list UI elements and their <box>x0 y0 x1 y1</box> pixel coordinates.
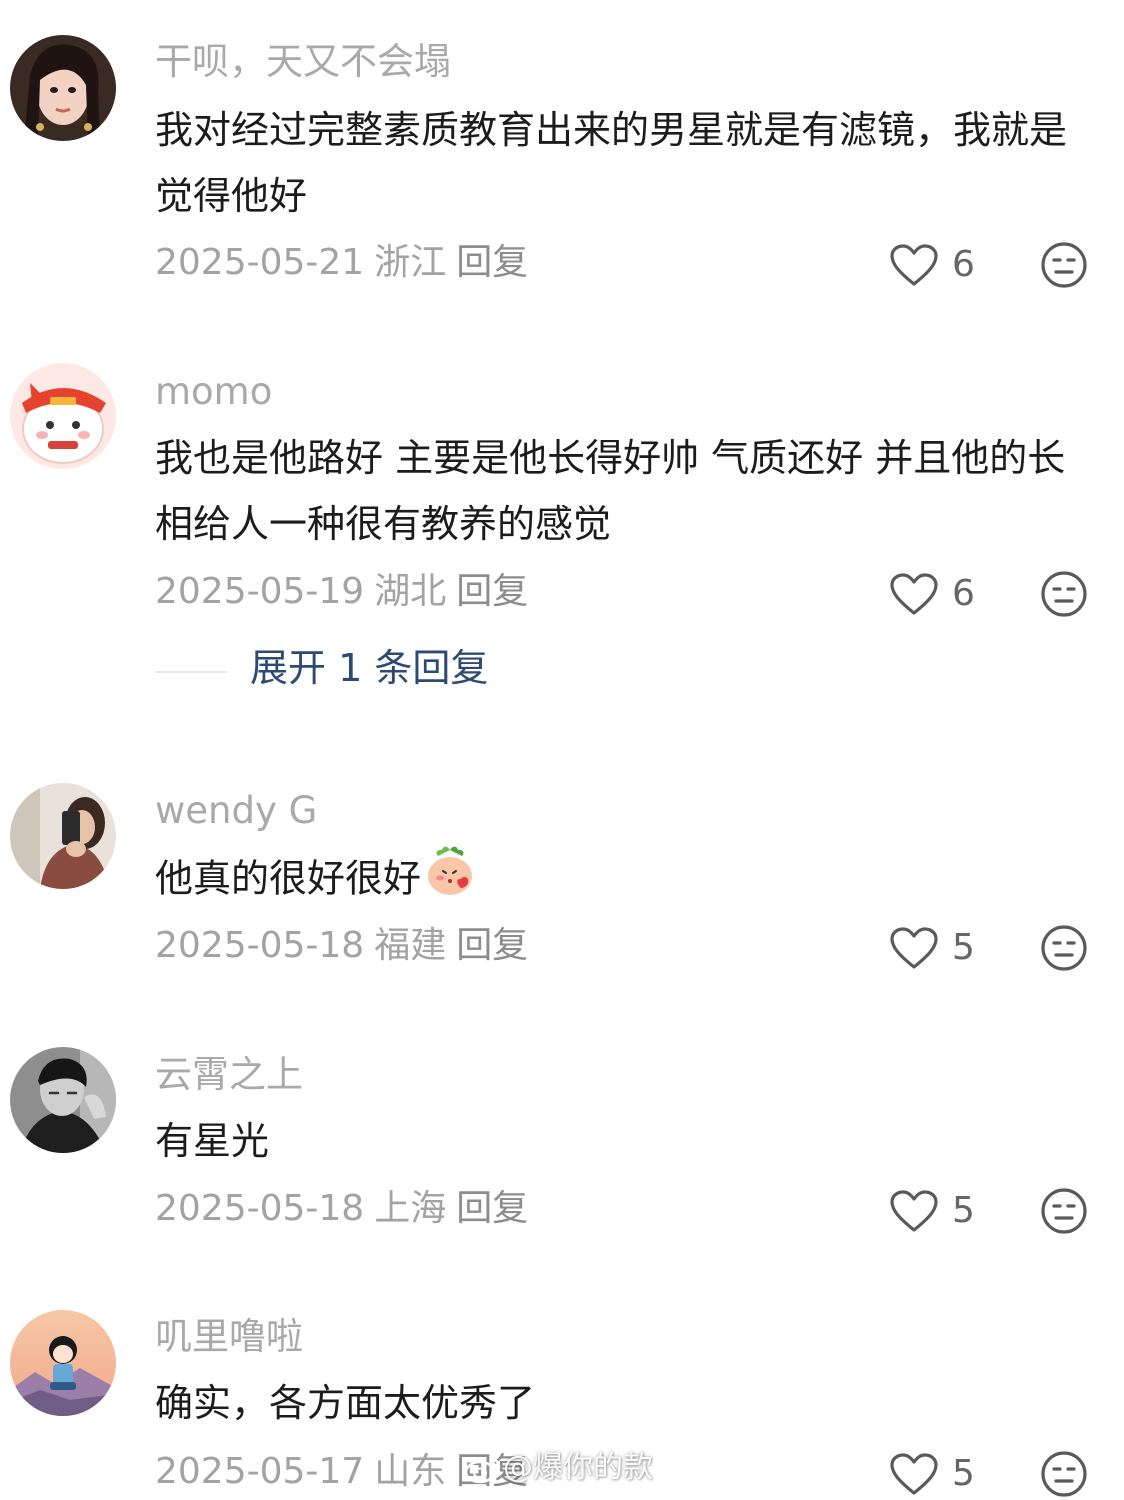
comment-list: 干呗，天又不会塌 我对经过完整素质教育出来的男星就是有滤镜，我就是觉得他好 20… <box>0 0 1124 1500</box>
comment-text: 我对经过完整素质教育出来的男星就是有滤镜，我就是觉得他好 <box>155 108 1068 218</box>
username[interactable]: 叽里噜啦 <box>155 1318 303 1355</box>
username[interactable]: 云霄之上 <box>155 1056 303 1093</box>
heart-outline-icon[interactable] <box>889 1452 939 1496</box>
avatar[interactable] <box>10 35 116 141</box>
heart-outline-icon[interactable] <box>889 243 939 287</box>
comment-text: 有星光 <box>155 1119 270 1163</box>
reply-button[interactable]: 回复 <box>456 571 528 612</box>
comment-meta: 2025-05-21 浙江 回复 <box>155 245 538 281</box>
comment-text: 确实，各方面太优秀了 <box>155 1381 536 1425</box>
comment-location: 山东 <box>374 1451 447 1492</box>
comment-meta: 2025-05-18 福建 回复 <box>155 928 538 964</box>
comment-text: 他真的很好很好 <box>155 844 1075 918</box>
avatar[interactable] <box>10 783 116 889</box>
comment-text: 我也是他路好 主要是他长得好帅 气质还好 并且他的长相给人一种很有教养的感觉 <box>155 436 1066 546</box>
like-count: 6 <box>952 244 975 285</box>
neutral-face-icon[interactable] <box>1040 570 1088 618</box>
reply-button[interactable]: 回复 <box>456 1188 528 1229</box>
neutral-face-icon[interactable] <box>1040 1187 1088 1235</box>
avatar[interactable] <box>10 1047 116 1153</box>
heart-outline-icon[interactable] <box>889 572 939 616</box>
username[interactable]: wendy G <box>155 792 317 829</box>
heart-outline-icon[interactable] <box>889 1189 939 1233</box>
peach-face-emoji <box>423 844 477 918</box>
heart-outline-icon[interactable] <box>889 926 939 970</box>
reply-button[interactable]: 回复 <box>456 242 528 283</box>
expand-replies-button[interactable]: 展开 1 条回复 <box>250 649 488 687</box>
like-count: 5 <box>952 927 975 968</box>
like-count: 5 <box>952 1453 975 1494</box>
avatar[interactable] <box>10 363 116 469</box>
comment-location: 湖北 <box>374 571 447 612</box>
username[interactable]: 干呗，天又不会塌 <box>155 43 451 80</box>
neutral-face-icon[interactable] <box>1040 924 1088 972</box>
comment-text-content: 他真的很好很好 <box>155 856 422 901</box>
comment-date: 2025-05-21 <box>155 242 365 283</box>
comment-date: 2025-05-18 <box>155 1188 365 1229</box>
neutral-face-icon[interactable] <box>1040 1450 1088 1498</box>
comment-date: 2025-05-19 <box>155 571 365 612</box>
comment-location: 福建 <box>374 925 447 966</box>
comment-date: 2025-05-17 <box>155 1451 365 1492</box>
reply-button[interactable]: 回复 <box>456 925 528 966</box>
avatar[interactable] <box>10 1310 116 1416</box>
comment-date: 2025-05-18 <box>155 925 365 966</box>
watermark-text: @爆你的款 <box>503 1450 653 1485</box>
comment-meta: 2025-05-18 上海 回复 <box>155 1191 538 1227</box>
expand-divider <box>155 671 227 673</box>
username[interactable]: momo <box>155 373 272 410</box>
like-count: 5 <box>952 1190 975 1231</box>
comment-location: 浙江 <box>374 242 447 283</box>
comment-location: 上海 <box>374 1188 447 1229</box>
weibo-logo-icon <box>464 1458 501 1483</box>
comment-meta: 2025-05-19 湖北 回复 <box>155 574 538 610</box>
like-count: 6 <box>952 573 975 614</box>
watermark: @爆你的款 <box>463 1453 653 1484</box>
neutral-face-icon[interactable] <box>1040 241 1088 289</box>
